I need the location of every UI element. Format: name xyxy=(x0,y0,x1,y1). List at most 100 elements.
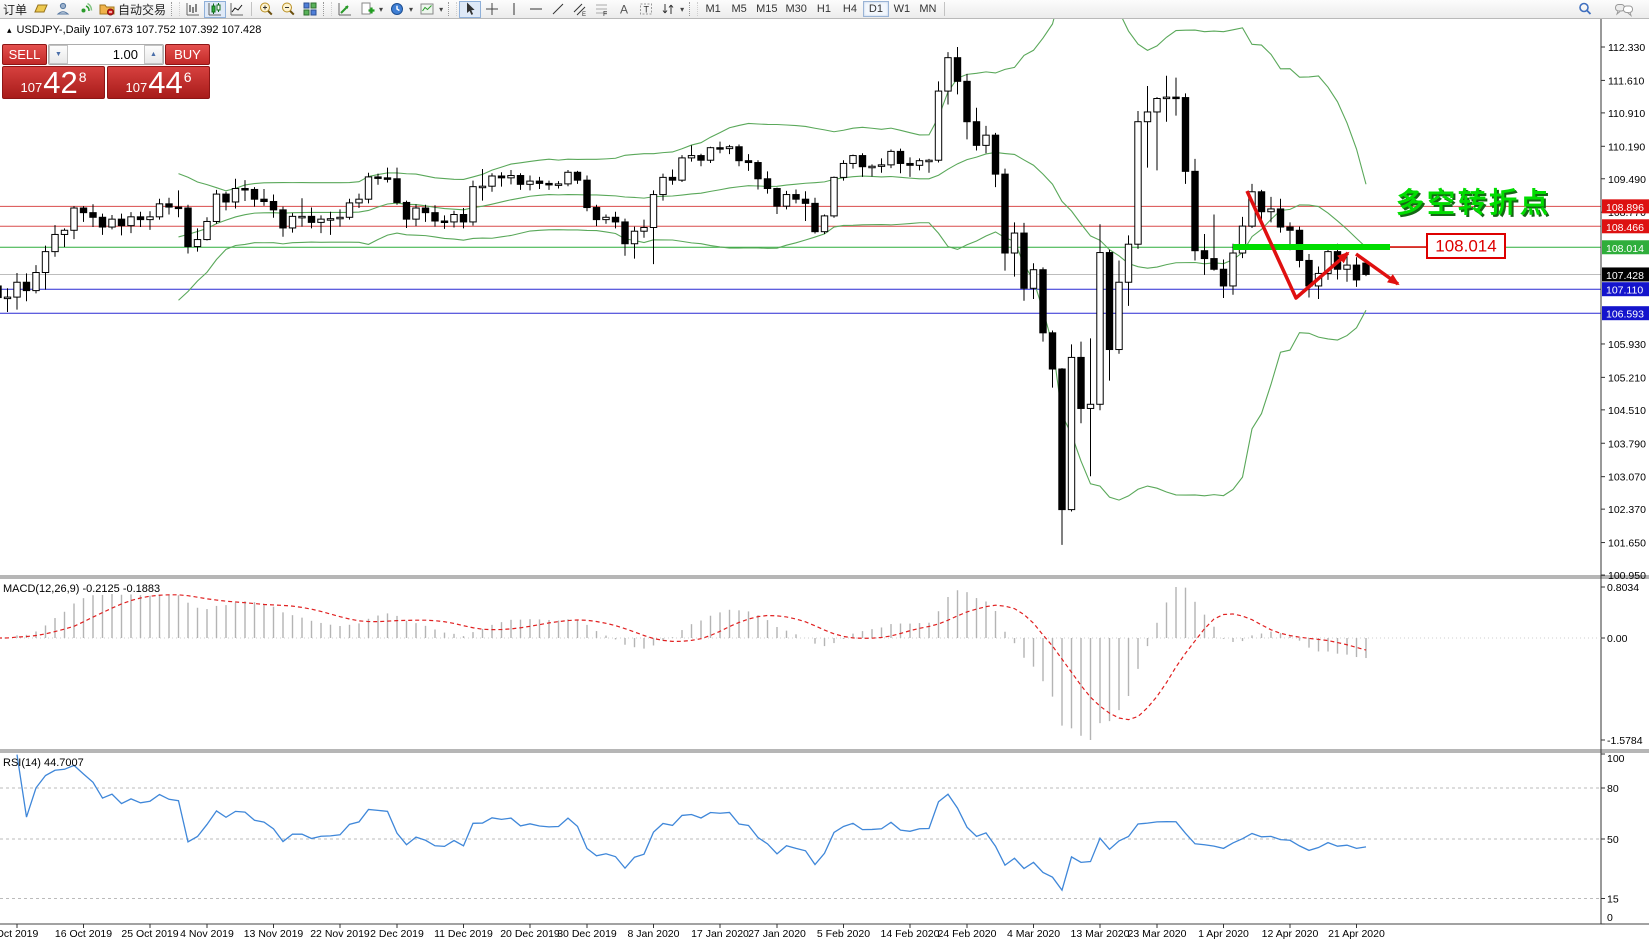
candlestick-mode-button[interactable] xyxy=(204,1,226,18)
horizontal-line-tool-button[interactable] xyxy=(525,1,547,18)
fibonacci-tool-button[interactable]: F xyxy=(591,1,613,18)
arrange-objects-button[interactable]: ▾ xyxy=(657,1,687,18)
expand-arrow-icon[interactable]: ▴ xyxy=(7,25,12,36)
rsi-axis-label: 0 xyxy=(1607,912,1613,924)
date-tick-label: 27 Jan 2020 xyxy=(748,928,806,940)
rsi-axis-label: 100 xyxy=(1607,753,1625,765)
date-tick-label: 14 Feb 2020 xyxy=(881,928,940,940)
signal-icon[interactable] xyxy=(74,1,96,18)
price-level-lines[interactable] xyxy=(0,206,1601,313)
turning-point-text[interactable]: 多空转折点 xyxy=(1396,186,1551,218)
date-tick-label: 1 Apr 2020 xyxy=(1198,928,1249,940)
volume-decrease-button[interactable]: ▼ xyxy=(49,45,68,64)
trendline-tool-button[interactable] xyxy=(547,1,569,18)
toolbar-grip[interactable] xyxy=(689,2,698,16)
chart-symbol-header: ▴ USDJPY-,Daily 107.673 107.752 107.392 … xyxy=(7,24,261,36)
dropdown-caret-icon: ▾ xyxy=(439,5,443,14)
macd-signal-line xyxy=(0,595,1366,720)
chart-template-button[interactable]: ▾ xyxy=(416,1,446,18)
chart-annotations[interactable]: 108.014多空转折点多空转折点 xyxy=(1233,186,1553,298)
volume-stepper[interactable]: ▼ 1.00 ▲ xyxy=(48,44,164,65)
date-tick-label: 4 Nov 2019 xyxy=(180,928,234,940)
add-indicator-button[interactable]: ▾ xyxy=(356,1,386,18)
date-tick-label: 30 Dec 2019 xyxy=(557,928,617,940)
price-tag-label: 107.428 xyxy=(1606,270,1644,282)
price-tick-label: 102.370 xyxy=(1608,504,1646,516)
buy-price-display[interactable]: 107 44 6 xyxy=(107,66,210,99)
bollinger-bands xyxy=(179,0,1367,500)
crosshair-tool-button[interactable] xyxy=(481,1,503,18)
volume-increase-button[interactable]: ▲ xyxy=(144,45,163,64)
date-tick-label: 22 Nov 2019 xyxy=(310,928,370,940)
date-tick-label: 16 Oct 2019 xyxy=(55,928,112,940)
date-tick-label: 12 Apr 2020 xyxy=(1262,928,1319,940)
timeframe-m1[interactable]: M1 xyxy=(700,1,726,17)
price-tick-label: 103.070 xyxy=(1608,472,1646,484)
zoom-out-button[interactable] xyxy=(277,1,299,18)
sell-price-figure: 107 xyxy=(21,80,43,95)
sell-price-pips: 42 xyxy=(43,69,77,98)
macd-axis-zero: 0.00 xyxy=(1607,633,1628,645)
toolbar-grip[interactable] xyxy=(448,2,457,16)
zoom-in-button[interactable] xyxy=(255,1,277,18)
text-label-tool-button[interactable]: T xyxy=(635,1,657,18)
text-tool-button[interactable]: A xyxy=(613,1,635,18)
trend-highlight-bar[interactable] xyxy=(1233,244,1390,250)
contacts-icon[interactable] xyxy=(52,1,74,18)
chat-icon[interactable] xyxy=(1611,1,1637,18)
indicator-window-icon[interactable] xyxy=(334,1,356,18)
line-chart-mode-button[interactable] xyxy=(226,1,248,18)
price-tick-label: 100.950 xyxy=(1608,570,1646,582)
timeframes-menu-button[interactable]: ▾ xyxy=(386,1,416,18)
vertical-line-tool-button[interactable] xyxy=(503,1,525,18)
volume-value[interactable]: 1.00 xyxy=(68,45,144,64)
buy-button[interactable]: BUY xyxy=(165,44,210,65)
sell-price-display[interactable]: 107 42 8 xyxy=(2,66,105,99)
price-tag-label: 108.014 xyxy=(1606,243,1644,255)
price-tick-label: 112.330 xyxy=(1608,42,1645,54)
svg-text:E: E xyxy=(582,12,586,17)
date-tick-label: 5 Feb 2020 xyxy=(817,928,870,940)
new-order-button[interactable]: 订单 xyxy=(0,1,30,18)
journal-icon[interactable] xyxy=(30,1,52,18)
date-tick-label: 2 Dec 2019 xyxy=(370,928,424,940)
timeframe-h1[interactable]: H1 xyxy=(811,1,837,17)
date-tick-label: Oct 2019 xyxy=(0,928,38,940)
rsi-indicator-label: RSI(14) 44.7007 xyxy=(3,757,84,769)
toolbar: 订单 自动交易 ▾ ▾ ▾ E F A T ▾ M1 M5 M15 xyxy=(0,0,1649,19)
search-icon[interactable] xyxy=(1573,1,1597,18)
macd-axis-min: -1.5784 xyxy=(1607,735,1643,747)
timeframe-m5[interactable]: M5 xyxy=(726,1,752,17)
autotrading-button[interactable]: 自动交易 xyxy=(96,1,169,18)
sell-button[interactable]: SELL xyxy=(2,44,47,65)
timeframe-m30[interactable]: M30 xyxy=(782,1,811,17)
price-tick-label: 103.790 xyxy=(1608,438,1646,450)
timeframe-d1[interactable]: D1 xyxy=(863,1,889,17)
timeframe-h4[interactable]: H4 xyxy=(837,1,863,17)
svg-text:A: A xyxy=(620,3,628,17)
date-tick-label: 13 Nov 2019 xyxy=(244,928,304,940)
date-tick-label: 24 Feb 2020 xyxy=(938,928,997,940)
price-tick-label: 105.210 xyxy=(1608,372,1646,384)
timeframe-m15[interactable]: M15 xyxy=(752,1,781,17)
one-click-trading-panel: SELL ▼ 1.00 ▲ BUY 107 42 8 107 44 6 xyxy=(2,44,210,99)
toolbar-grip[interactable] xyxy=(323,2,332,16)
toolbar-grip[interactable] xyxy=(171,2,180,16)
cursor-tool-button[interactable] xyxy=(459,1,481,18)
dropdown-caret-icon: ▾ xyxy=(379,5,383,14)
price-tick-label: 105.930 xyxy=(1608,339,1646,351)
price-tick-label: 104.510 xyxy=(1608,405,1646,417)
price-tick-label: 109.490 xyxy=(1608,174,1646,186)
bar-chart-mode-button[interactable] xyxy=(182,1,204,18)
price-tick-label: 101.650 xyxy=(1608,538,1646,550)
dropdown-caret-icon: ▾ xyxy=(409,5,413,14)
timeframe-mn[interactable]: MN xyxy=(915,1,941,17)
date-tick-label: 13 Mar 2020 xyxy=(1071,928,1130,940)
tile-windows-button[interactable] xyxy=(299,1,321,18)
channel-tool-button[interactable]: E xyxy=(569,1,591,18)
price-chart-canvas[interactable]: 112.330111.610110.910110.190109.490108.7… xyxy=(0,0,1649,941)
symbol-ohlc-text: USDJPY-,Daily 107.673 107.752 107.392 10… xyxy=(17,24,262,36)
rsi-axis-label: 80 xyxy=(1607,783,1619,795)
date-tick-label: 21 Apr 2020 xyxy=(1328,928,1385,940)
timeframe-w1[interactable]: W1 xyxy=(889,1,915,17)
